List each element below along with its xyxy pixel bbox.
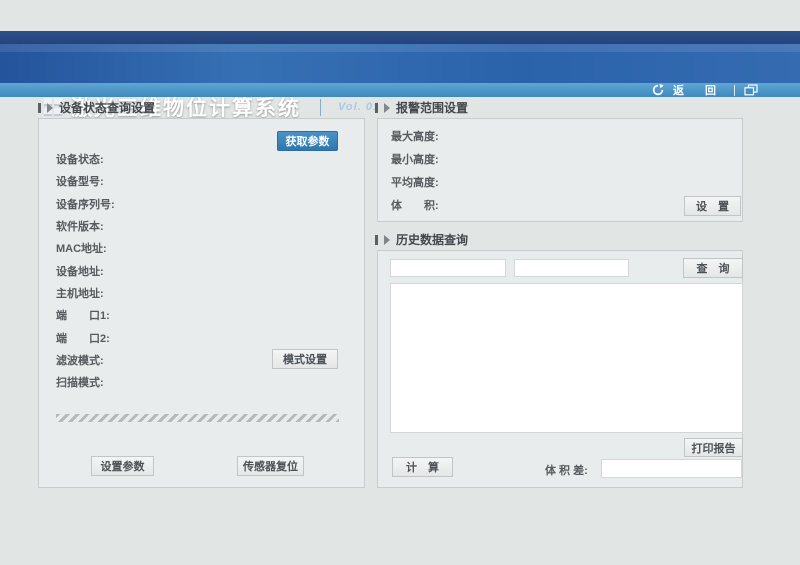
print-report-button[interactable]: 打印报告 bbox=[684, 438, 743, 457]
mode-settings-button[interactable]: 模式设置 bbox=[272, 349, 338, 369]
device-address-label: 设备地址: bbox=[56, 263, 104, 279]
header-bar: 激光三维物位计算系统 Vol. 01 bbox=[0, 44, 800, 83]
mac-address-label: MAC地址: bbox=[56, 240, 107, 256]
volume-diff-input[interactable] bbox=[601, 459, 742, 478]
app-window: 激光三维物位计算系统 Vol. 01 返 回 设备状态查询设置 获取参数 设备状 bbox=[0, 0, 800, 565]
controls-divider bbox=[734, 85, 735, 96]
cascade-windows-icon[interactable] bbox=[744, 84, 758, 96]
progress-hatch-bar bbox=[56, 414, 339, 422]
min-height-label: 最小高度: bbox=[391, 151, 439, 167]
sensor-reset-button[interactable]: 传感器复位 bbox=[237, 456, 304, 476]
history-panel-title-text: 历史数据查询 bbox=[396, 231, 468, 248]
query-button[interactable]: 查 询 bbox=[683, 258, 743, 278]
device-serial-label: 设备序列号: bbox=[56, 196, 115, 212]
filter-mode-label: 滤波模式: bbox=[56, 352, 104, 368]
header-top-stripe bbox=[0, 31, 800, 44]
alarm-panel-title-text: 报警范围设置 bbox=[396, 99, 468, 116]
device-status-label: 设备状态: bbox=[56, 151, 104, 167]
alarm-panel-title: 报警范围设置 bbox=[375, 99, 468, 116]
title-bar-icon bbox=[375, 103, 378, 113]
get-params-button[interactable]: 获取参数 bbox=[277, 131, 338, 151]
avg-height-label: 平均高度: bbox=[391, 174, 439, 190]
title-bar-icon bbox=[38, 103, 41, 113]
date-start-input[interactable] bbox=[390, 259, 506, 277]
date-end-input[interactable] bbox=[514, 259, 629, 277]
volume-diff-label: 体 积 差: bbox=[545, 462, 588, 478]
device-model-label: 设备型号: bbox=[56, 173, 104, 189]
title-divider bbox=[320, 99, 321, 116]
port1-label: 端 口1: bbox=[56, 307, 110, 323]
device-panel: 获取参数 设备状态: 设备型号: 设备序列号: 软件版本: MAC地址: 设备地… bbox=[38, 118, 365, 488]
history-results-box[interactable] bbox=[390, 283, 743, 433]
alarm-panel: 最大高度: 最小高度: 平均高度: 体 积: 设 置 bbox=[377, 118, 743, 222]
back-button[interactable]: 返 回 bbox=[673, 82, 725, 98]
title-bar-icon bbox=[375, 235, 378, 245]
scan-mode-label: 扫描模式: bbox=[56, 374, 104, 390]
header-controls: 返 回 bbox=[652, 83, 758, 97]
title-triangle-icon bbox=[47, 103, 53, 113]
volume-label: 体 积: bbox=[391, 197, 439, 213]
max-height-label: 最大高度: bbox=[391, 128, 439, 144]
device-panel-title: 设备状态查询设置 bbox=[38, 99, 155, 116]
title-triangle-icon bbox=[384, 103, 390, 113]
title-triangle-icon bbox=[384, 235, 390, 245]
calculate-button[interactable]: 计 算 bbox=[392, 457, 453, 477]
refresh-icon[interactable] bbox=[652, 84, 664, 96]
port2-label: 端 口2: bbox=[56, 330, 110, 346]
set-params-button[interactable]: 设置参数 bbox=[91, 456, 154, 476]
history-panel: 查 询 打印报告 计 算 体 积 差: bbox=[377, 250, 743, 488]
software-version-label: 软件版本: bbox=[56, 218, 104, 234]
host-address-label: 主机地址: bbox=[56, 285, 104, 301]
app-version: Vol. 01 bbox=[338, 101, 380, 113]
alarm-set-button[interactable]: 设 置 bbox=[684, 196, 741, 216]
history-panel-title: 历史数据查询 bbox=[375, 231, 468, 248]
device-panel-title-text: 设备状态查询设置 bbox=[59, 99, 155, 116]
